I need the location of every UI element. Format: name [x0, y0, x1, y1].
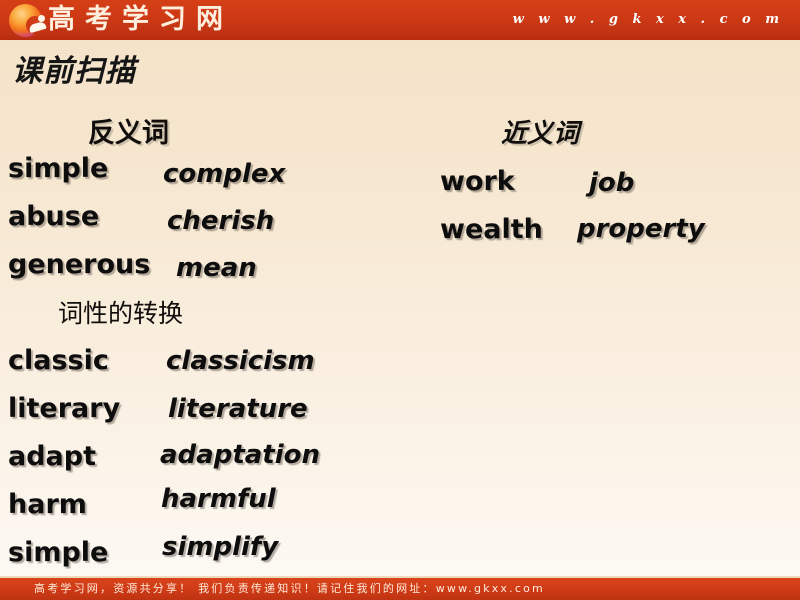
word-base: literary	[8, 393, 121, 424]
word-base: wealth	[440, 214, 543, 245]
header-website-url: w w w . g k x x . c o m	[512, 12, 784, 27]
word-counterpart: cherish	[167, 206, 275, 236]
word-base: simple	[8, 153, 109, 184]
word-base: work	[440, 166, 515, 197]
word-base: adapt	[8, 441, 97, 472]
footer-bar: 高考学习网，资源共分享！ 我们负责传递知识！请记住我们的网址：www.gkxx.…	[0, 578, 800, 600]
word-counterpart: mean	[176, 253, 257, 283]
section-heading-synonyms: 近义词	[501, 119, 580, 149]
word-counterpart: classicism	[166, 346, 315, 376]
page-title: 课前扫描	[12, 54, 136, 89]
word-counterpart: harmful	[161, 484, 276, 514]
word-counterpart: property	[577, 214, 705, 244]
gkxx-circle-logo-icon	[9, 4, 47, 37]
word-counterpart: literature	[168, 394, 308, 424]
footer-promo-text: 高考学习网，资源共分享！ 我们负责传递知识！请记住我们的网址：www.gkxx.…	[34, 582, 545, 595]
section-heading-conversion: 词性的转换	[58, 299, 184, 328]
word-base: generous	[8, 249, 151, 280]
word-counterpart: adaptation	[160, 440, 320, 470]
slide-canvas: 高考学习网 w w w . g k x x . c o m 课前扫描 反义词 s…	[0, 0, 800, 600]
word-base: simple	[8, 537, 109, 568]
brand-title: 高考学习网	[48, 4, 233, 35]
word-base: harm	[8, 489, 87, 520]
word-counterpart: job	[589, 168, 635, 198]
logo-figure-head-icon	[38, 15, 45, 22]
word-base: abuse	[8, 201, 100, 232]
word-counterpart: simplify	[162, 532, 279, 562]
word-counterpart: complex	[163, 159, 286, 189]
section-heading-antonyms: 反义词	[88, 118, 169, 149]
word-base: classic	[8, 345, 109, 376]
header-bar: 高考学习网 w w w . g k x x . c o m	[0, 0, 800, 40]
